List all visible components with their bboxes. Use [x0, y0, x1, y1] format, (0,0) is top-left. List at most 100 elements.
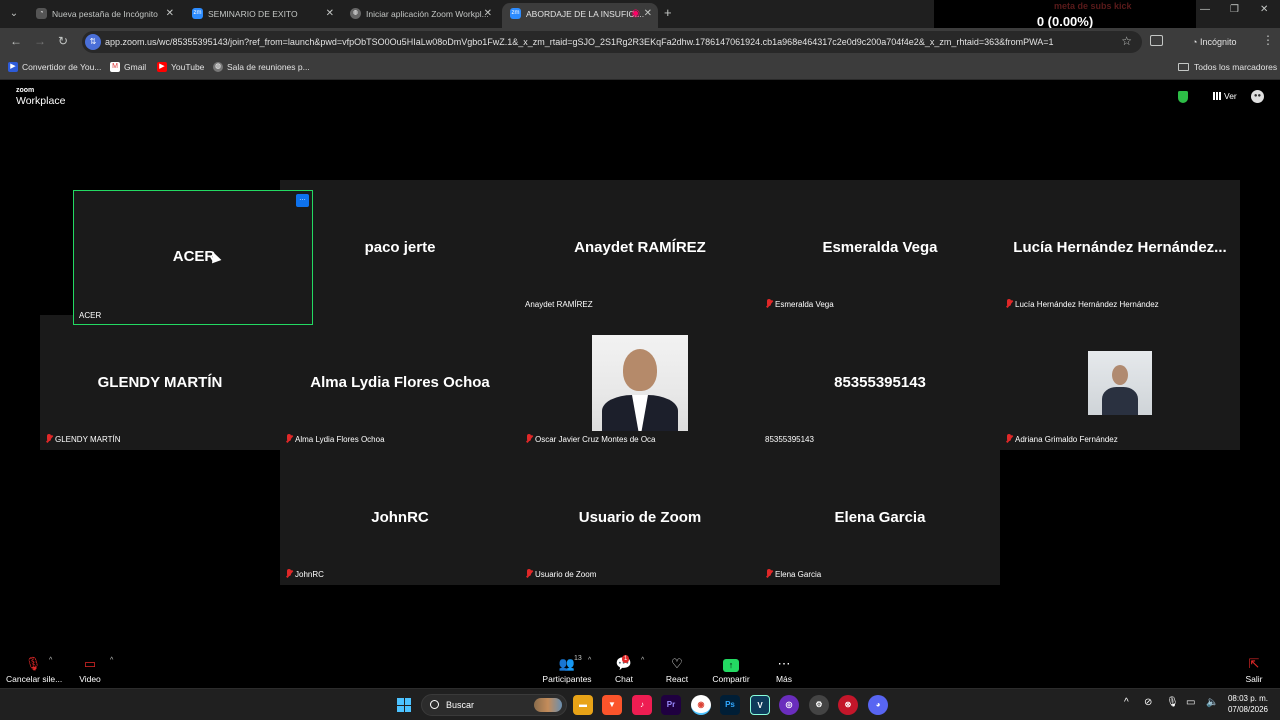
participant-tile[interactable]: Adriana Grimaldo Fernández: [1000, 315, 1240, 450]
audio-options-chevron-icon[interactable]: ^: [49, 657, 52, 664]
folder-icon: [1178, 63, 1189, 71]
file-explorer-icon[interactable]: ▬: [573, 695, 593, 715]
all-bookmarks-button[interactable]: Todos los marcadores: [1178, 56, 1277, 78]
zoom-favicon-icon: zm: [510, 8, 521, 19]
tab-abordaje[interactable]: zm ABORDAJE DE LA INSUFICI... ◉ ✕: [502, 3, 658, 28]
participant-tile[interactable]: GLENDY MARTÍN GLENDY MARTÍN: [40, 315, 280, 450]
tab-search-chevron-icon[interactable]: ⌄: [6, 6, 22, 22]
tray-chevron-up-icon[interactable]: ^: [1124, 697, 1129, 708]
video-button[interactable]: ▭ Video: [74, 655, 106, 685]
photoshop-icon[interactable]: Ps: [720, 695, 740, 715]
bookmark-label: YouTube: [171, 62, 205, 72]
participant-name-label: 85355395143: [764, 435, 814, 444]
chrome-icon[interactable]: ◉: [691, 695, 711, 715]
side-panel-icon[interactable]: [1150, 35, 1163, 46]
chat-options-chevron-icon[interactable]: ^: [641, 657, 644, 664]
chat-button[interactable]: 💬 1 Chat: [611, 655, 637, 685]
browser-menu-icon[interactable]: ⋮: [1262, 33, 1274, 47]
brave-browser-icon[interactable]: ▼: [602, 695, 622, 715]
user-avatar[interactable]: ●●: [1251, 90, 1264, 103]
globe-icon: ◍: [213, 62, 223, 72]
leave-button[interactable]: ⇱ Salir: [1242, 655, 1266, 685]
close-tab-icon[interactable]: ✕: [484, 3, 492, 25]
grid-view-icon: [1213, 92, 1221, 100]
new-tab-icon[interactable]: +: [664, 5, 672, 20]
reload-icon[interactable]: ↻: [58, 34, 68, 48]
bookmark-sala-reuniones[interactable]: ◍ Sala de reuniones p...: [213, 56, 310, 80]
bookmark-convertidor[interactable]: ▶ Convertidor de You...: [8, 56, 101, 80]
back-arrow-icon[interactable]: ←: [10, 34, 22, 48]
windows-start-icon[interactable]: [397, 698, 411, 712]
participant-tile[interactable]: Alma Lydia Flores Ochoa Alma Lydia Flore…: [280, 315, 520, 450]
participant-tile[interactable]: Lucía Hernández Hernández... Lucía Herná…: [1000, 180, 1240, 315]
bookmark-youtube[interactable]: ▶ YouTube: [157, 56, 204, 80]
participant-tile[interactable]: Usuario de Zoom Usuario de Zoom: [520, 450, 760, 585]
network-off-icon[interactable]: ⊘: [1144, 697, 1152, 708]
search-highlight-image: [534, 698, 562, 712]
gmail-icon: M: [110, 62, 120, 72]
steam-icon[interactable]: ⚙: [809, 695, 829, 715]
discord-icon[interactable]: ◕: [868, 695, 888, 715]
tab-incognito-new[interactable]: ◔ Nueva pestaña de Incógnito ✕: [28, 3, 180, 25]
search-label: Buscar: [446, 700, 475, 710]
bookmark-gmail[interactable]: M Gmail: [110, 56, 146, 80]
close-window-icon[interactable]: ✕: [1260, 4, 1268, 15]
close-tab-icon[interactable]: ✕: [166, 3, 174, 25]
browser-tab-strip: ⌄ ◔ Nueva pestaña de Incógnito ✕ zm SEMI…: [0, 0, 1280, 30]
volume-icon[interactable]: 🔈: [1206, 697, 1218, 708]
participant-tile[interactable]: paco jerte jerte: [280, 180, 520, 315]
microphone-icon[interactable]: 🎙: [1166, 697, 1179, 708]
incognito-icon: ◔: [36, 8, 47, 19]
address-bar[interactable]: ⇅ app.zoom.us/wc/85355395143/join?ref_fr…: [82, 31, 1142, 53]
participants-options-chevron-icon[interactable]: ^: [588, 657, 591, 664]
participant-label: Lucía Hernández Hernández Hernández: [1015, 300, 1159, 309]
clock-date: 07/08/2026: [1227, 705, 1268, 714]
close-tab-icon[interactable]: ✕: [326, 3, 334, 25]
bookmark-star-icon[interactable]: ☆: [1121, 34, 1132, 48]
zoom-favicon-icon: zm: [192, 8, 203, 19]
restore-icon[interactable]: ❐: [1230, 4, 1239, 15]
obs-icon[interactable]: ◎: [779, 695, 799, 715]
incognito-indicator[interactable]: ◔ Incógnito: [1184, 32, 1244, 52]
participant-profile-photo: [592, 335, 688, 431]
more-button[interactable]: ⋯ Más: [772, 655, 796, 685]
encryption-shield-icon[interactable]: [1178, 91, 1188, 103]
more-dots-icon: ⋯: [777, 656, 791, 671]
video-options-chevron-icon[interactable]: ^: [110, 657, 113, 664]
zoom-workplace-logo: zoom Workplace: [16, 87, 65, 107]
photo-head: [1112, 365, 1128, 385]
more-options-icon[interactable]: …: [296, 194, 309, 207]
participant-display-name: Elena Garcia: [834, 509, 926, 526]
participant-tile[interactable]: Esmeralda Vega Esmeralda Vega: [760, 180, 1000, 315]
muted-mic-icon: [1004, 434, 1013, 444]
display-icon[interactable]: ▭: [1186, 697, 1195, 708]
taskbar-clock[interactable]: 08:03 p. m. 07/08/2026: [1226, 693, 1268, 715]
react-button[interactable]: ♡ React: [664, 655, 690, 685]
view-button[interactable]: Ver: [1213, 91, 1237, 101]
participant-tile[interactable]: Anaydet RAMÍREZ Anaydet RAMÍREZ: [520, 180, 760, 315]
app-red-icon[interactable]: ⊗: [838, 695, 858, 715]
video-off-icon: ▭: [83, 656, 97, 671]
taskbar-search[interactable]: Buscar: [421, 694, 567, 716]
participant-tile[interactable]: Oscar Javier Cruz Montes de Oca: [520, 315, 760, 450]
tab-seminario[interactable]: zm SEMINARIO DE EXITO ✕: [184, 3, 340, 25]
premiere-pro-icon[interactable]: Pr: [661, 695, 681, 715]
tab-iniciar-zoom[interactable]: ◍ Iniciar aplicación Zoom Workpl... ✕: [342, 3, 498, 25]
participant-tile[interactable]: Elena Garcia Elena Garcia: [760, 450, 1000, 585]
active-speaker-tile[interactable]: ACER … ACER: [73, 190, 313, 325]
site-info-icon[interactable]: ⇅: [85, 34, 101, 50]
muted-mic-icon: [524, 434, 533, 444]
participants-button[interactable]: 👥 13 Participantes: [541, 655, 593, 685]
minimize-icon[interactable]: —: [1200, 4, 1210, 15]
forward-arrow-icon[interactable]: →: [34, 34, 46, 48]
participant-label: ACER: [79, 311, 102, 320]
close-tab-icon[interactable]: ✕: [644, 3, 652, 25]
url-text[interactable]: app.zoom.us/wc/85355395143/join?ref_from…: [105, 31, 1115, 53]
participant-tile[interactable]: JohnRC JohnRC: [280, 450, 520, 585]
participant-tile[interactable]: 85355395143 85355395143: [760, 315, 1000, 450]
vegas-icon[interactable]: V: [750, 695, 770, 715]
share-screen-button[interactable]: ↑ Compartir: [711, 655, 751, 685]
participant-name-label: ACER: [78, 311, 101, 320]
tiktok-icon[interactable]: ♪: [632, 695, 652, 715]
muted-mic-icon: [524, 569, 533, 579]
